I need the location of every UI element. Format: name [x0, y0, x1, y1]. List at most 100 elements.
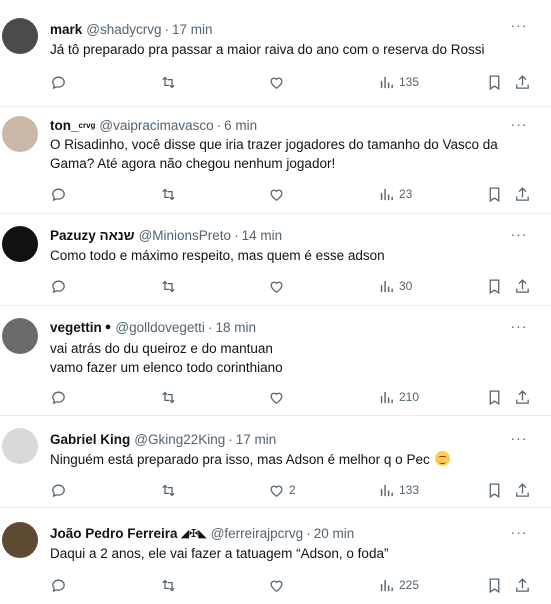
user-handle[interactable]: @golldovegetti	[115, 320, 205, 335]
separator: ·	[234, 227, 239, 243]
retweet-button[interactable]	[160, 72, 181, 92]
bookmark-icon	[489, 186, 500, 202]
name-suffix: crvg	[78, 120, 96, 130]
user-handle[interactable]: @Gking22King	[134, 432, 225, 447]
retweet-button[interactable]	[160, 575, 181, 595]
tweet-header: Gabriel King @Gking22King · 17 min	[50, 428, 511, 450]
reply-icon	[52, 579, 65, 592]
display-name[interactable]: mark	[50, 22, 82, 37]
views-button[interactable]: 135	[378, 72, 419, 92]
timestamp[interactable]: 17 min	[172, 22, 213, 37]
views-button[interactable]: 225	[378, 575, 419, 595]
bookmark-button[interactable]	[486, 72, 503, 92]
display-name[interactable]: ton_	[50, 118, 79, 133]
retweet-button[interactable]	[160, 480, 181, 500]
like-button[interactable]: 2	[268, 480, 296, 500]
user-handle[interactable]: @shadycrvg	[86, 22, 161, 37]
flag-emoji-icon: ◢✠◣	[180, 527, 207, 540]
user-handle[interactable]: @MinionsPreto	[139, 228, 232, 243]
more-icon[interactable]: ···	[509, 524, 529, 540]
timestamp[interactable]: 17 min	[236, 432, 277, 447]
avatar[interactable]	[2, 428, 38, 464]
views-button[interactable]: 210	[378, 387, 419, 407]
tweet-header: ton_ crvg @vaipracimavasco · 6 min	[50, 114, 511, 136]
like-button[interactable]	[268, 184, 289, 204]
tweet-text-line: Gama? Até agora não chegou nenhum jogado…	[50, 156, 336, 171]
views-icon	[380, 280, 393, 292]
reply-button[interactable]	[50, 575, 71, 595]
share-button[interactable]	[514, 72, 531, 92]
bookmark-button[interactable]	[486, 480, 503, 500]
tweet[interactable]: mark @shadycrvg · 17 min ··· Já tô prepa…	[0, 0, 551, 107]
user-handle[interactable]: @vaipracimavasco	[99, 118, 213, 133]
share-icon	[516, 74, 529, 89]
share-button[interactable]	[514, 387, 531, 407]
reply-button[interactable]	[50, 276, 71, 296]
retweet-button[interactable]	[160, 387, 181, 407]
reply-button[interactable]	[50, 72, 71, 92]
avatar[interactable]	[2, 226, 38, 262]
share-icon	[516, 482, 529, 497]
timestamp[interactable]: 18 min	[215, 320, 256, 335]
more-icon[interactable]: ···	[509, 116, 529, 132]
more-icon[interactable]: ···	[509, 430, 529, 446]
retweet-button[interactable]	[160, 184, 181, 204]
views-button[interactable]: 133	[378, 480, 419, 500]
display-name[interactable]: Pazuzy שנאה	[50, 228, 135, 243]
reply-button[interactable]	[50, 387, 71, 407]
views-button[interactable]: 23	[378, 184, 412, 204]
share-button[interactable]	[514, 184, 531, 204]
bookmark-button[interactable]	[486, 387, 503, 407]
like-button[interactable]	[268, 575, 289, 595]
tweet-text-line: vamo fazer um elenco todo corinthiano	[50, 360, 283, 375]
tweet[interactable]: vegettin ● @golldovegetti · 18 min ··· v…	[0, 306, 551, 416]
reply-button[interactable]	[50, 480, 71, 500]
bookmark-icon	[489, 389, 500, 405]
views-icon	[380, 484, 393, 496]
avatar[interactable]	[2, 18, 38, 54]
retweet-icon	[162, 280, 175, 292]
bookmark-button[interactable]	[486, 184, 503, 204]
reply-icon	[52, 76, 65, 89]
more-icon[interactable]: ···	[509, 17, 529, 33]
tweet-actions: 2 133	[50, 480, 540, 500]
tweet-header: João Pedro Ferreira ◢✠◣ @ferreirajpcrvg …	[50, 522, 511, 544]
reply-icon	[52, 484, 65, 497]
views-count: 23	[399, 187, 413, 201]
tweet-actions: 210	[50, 387, 540, 407]
reply-button[interactable]	[50, 184, 71, 204]
tweet[interactable]: ton_ crvg @vaipracimavasco · 6 min ··· O…	[0, 107, 551, 214]
user-handle[interactable]: @ferreirajpcrvg	[211, 526, 303, 541]
display-name[interactable]: Gabriel King	[50, 432, 130, 447]
views-icon	[380, 391, 393, 403]
like-button[interactable]	[268, 276, 289, 296]
tweet[interactable]: Gabriel King @Gking22King · 17 min ··· N…	[0, 416, 551, 508]
display-name[interactable]: vegettin	[50, 320, 102, 335]
tweet-text: Daqui a 2 anos, ele vai fazer a tatuagem…	[50, 544, 535, 563]
bookmark-button[interactable]	[486, 575, 503, 595]
more-icon[interactable]: ···	[509, 226, 529, 242]
avatar[interactable]	[2, 116, 38, 152]
avatar[interactable]	[2, 522, 38, 558]
views-icon	[380, 76, 393, 88]
share-button[interactable]	[514, 480, 531, 500]
display-name[interactable]: João Pedro Ferreira	[50, 526, 178, 541]
retweet-button[interactable]	[160, 276, 181, 296]
timestamp[interactable]: 14 min	[242, 228, 283, 243]
like-button[interactable]	[268, 387, 289, 407]
timestamp[interactable]: 6 min	[224, 118, 257, 133]
share-button[interactable]	[514, 575, 531, 595]
bookmark-button[interactable]	[486, 276, 503, 296]
tweet-text: Já tô preparado pra passar a maior raiva…	[50, 40, 535, 59]
views-icon	[380, 188, 393, 200]
share-button[interactable]	[514, 276, 531, 296]
more-icon[interactable]: ···	[509, 318, 529, 334]
views-button[interactable]: 30	[378, 276, 412, 296]
timestamp[interactable]: 20 min	[314, 526, 355, 541]
avatar[interactable]	[2, 318, 38, 354]
tweet[interactable]: João Pedro Ferreira ◢✠◣ @ferreirajpcrvg …	[0, 508, 551, 604]
share-icon	[516, 186, 529, 201]
like-button[interactable]	[268, 72, 289, 92]
tweet[interactable]: Pazuzy שנאה @MinionsPreto · 14 min ··· C…	[0, 214, 551, 306]
reply-icon	[52, 188, 65, 201]
